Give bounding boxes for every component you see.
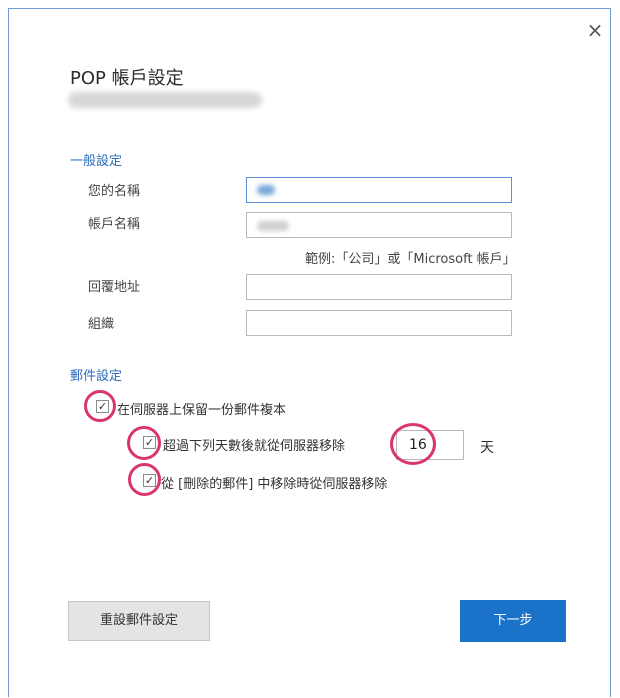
organization-label: 組織	[88, 317, 115, 332]
your-name-input[interactable]	[246, 177, 512, 203]
account-name-example-hint: 範例:「公司」或「Microsoft 帳戶」	[305, 252, 516, 267]
general-settings-heading: 一般設定	[70, 154, 123, 169]
account-name-redacted-value	[257, 221, 289, 231]
reply-address-input[interactable]	[246, 274, 512, 300]
keep-copy-label: 在伺服器上保留一份郵件複本	[117, 403, 287, 418]
your-name-redacted-value	[257, 185, 275, 195]
account-name-label: 帳戶名稱	[88, 217, 141, 232]
days-unit-label: 天	[480, 440, 494, 456]
next-button[interactable]: 下一步	[460, 600, 566, 642]
pop-account-settings-dialog	[8, 8, 611, 697]
keep-copy-checkbox[interactable]: ✓	[96, 400, 109, 413]
dialog-title: POP 帳戶設定	[70, 68, 184, 89]
days-input[interactable]: 16	[396, 430, 464, 460]
your-name-label: 您的名稱	[88, 184, 141, 199]
remove-on-delete-label: 從 [刪除的郵件] 中移除時從伺服器移除	[161, 477, 388, 492]
organization-input[interactable]	[246, 310, 512, 336]
mail-settings-heading: 郵件設定	[70, 369, 123, 384]
remove-on-delete-checkbox[interactable]: ✓	[143, 474, 156, 487]
reply-address-label: 回覆地址	[88, 280, 141, 295]
account-name-input[interactable]	[246, 212, 512, 238]
close-icon[interactable]: ×	[585, 20, 605, 40]
reset-mail-settings-button[interactable]: 重設郵件設定	[68, 601, 210, 641]
remove-after-days-checkbox[interactable]: ✓	[143, 436, 156, 449]
remove-after-days-label: 超過下列天數後就從伺服器移除	[163, 439, 346, 454]
account-email-redacted	[68, 92, 262, 108]
